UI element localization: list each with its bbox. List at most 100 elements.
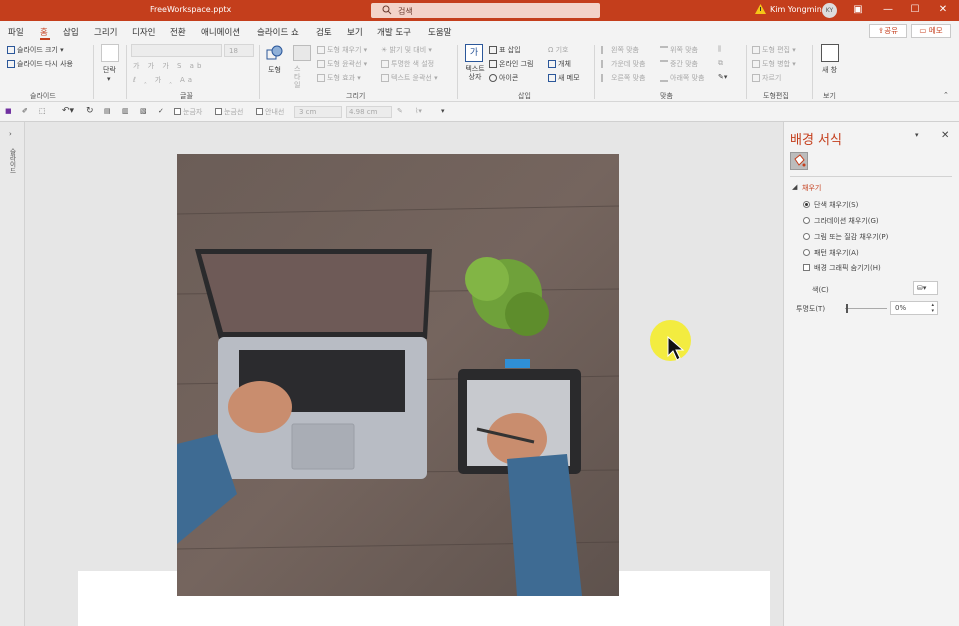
- check-icon[interactable]: ✓: [158, 107, 164, 115]
- shape-width-input[interactable]: 4.98 cm: [346, 106, 392, 118]
- font-format-buttons[interactable]: 가 가 가 S ab: [133, 61, 204, 71]
- save-icon[interactable]: ■: [5, 107, 12, 115]
- picture-fill-radio[interactable]: [803, 233, 810, 240]
- pane-options-chevron-icon[interactable]: ▾: [915, 131, 919, 139]
- pattern-fill-label[interactable]: 패턴 채우기(A): [814, 248, 859, 258]
- chevron-down-icon[interactable]: ▾: [107, 75, 111, 83]
- symbol-button[interactable]: Ω 기호: [548, 45, 568, 55]
- expand-chevron-icon[interactable]: ›: [9, 130, 12, 138]
- quick-styles-button[interactable]: 스타일: [294, 65, 306, 89]
- ruler-checkbox[interactable]: [174, 108, 181, 115]
- arrange-icon[interactable]: ⧉: [718, 59, 723, 68]
- reuse-slides-button[interactable]: 슬라이드 다시 사용: [7, 59, 73, 69]
- fill-section-header[interactable]: 채우기: [802, 183, 821, 193]
- user-name[interactable]: Kim Yongmin: [770, 5, 822, 14]
- textbox-button[interactable]: 텍스트 상자: [463, 65, 487, 81]
- shape-outline-button[interactable]: 도형 윤곽선 ▾: [317, 59, 367, 69]
- color-picker-button[interactable]: ⛁▾: [913, 281, 938, 295]
- tab-file[interactable]: 파일: [8, 26, 24, 38]
- tab-transitions[interactable]: 전환: [170, 26, 186, 38]
- text-outline-button[interactable]: 텍스트 윤곽선 ▾: [381, 73, 438, 83]
- object-button[interactable]: 개체: [548, 59, 571, 69]
- maximize-icon[interactable]: ☐: [907, 3, 923, 17]
- icons-button[interactable]: 아이콘: [489, 73, 518, 83]
- repeat-icon[interactable]: ↻: [86, 106, 94, 116]
- align-top-button[interactable]: 위쪽 맞춤: [660, 45, 698, 55]
- share-button[interactable]: ⇪공유: [869, 24, 907, 38]
- customize-qat-icon[interactable]: ▾: [441, 107, 445, 115]
- tab-developer[interactable]: 개발 도구: [377, 26, 411, 38]
- minimize-icon[interactable]: —: [880, 3, 896, 17]
- transparent-color-button[interactable]: 투명한 색 설정: [381, 59, 434, 69]
- fill-section-toggle-icon[interactable]: ◢: [792, 183, 797, 191]
- gradient-fill-radio[interactable]: [803, 217, 810, 224]
- tab-draw[interactable]: 그리기: [94, 26, 117, 38]
- new-window-button[interactable]: 새 창: [822, 65, 837, 75]
- tab-home[interactable]: 홈: [40, 26, 48, 38]
- format-painter-icon[interactable]: ✎▾: [718, 73, 727, 81]
- align-right-button[interactable]: 오른쪽 맞춤: [601, 73, 645, 83]
- avatar[interactable]: KY: [822, 3, 837, 18]
- transparency-input[interactable]: 0% ▴ ▾: [890, 301, 938, 315]
- tab-slideshow[interactable]: 슬라이드 쇼: [257, 26, 299, 38]
- transparency-slider-track[interactable]: [845, 308, 887, 309]
- new-comment-button[interactable]: 새 메모: [548, 73, 580, 83]
- tab-view[interactable]: 보기: [347, 26, 363, 38]
- align-center-button[interactable]: 가운데 맞춤: [601, 59, 645, 69]
- solid-fill-label[interactable]: 단색 채우기(S): [814, 200, 858, 210]
- brightness-button[interactable]: ☀ 밝기 및 대비 ▾: [381, 45, 432, 55]
- redo-format-icon[interactable]: ⬚: [39, 107, 46, 115]
- slide-size-button[interactable]: 슬라이드 크기 ▾: [7, 45, 64, 55]
- picture-fill-label[interactable]: 그림 또는 질감 채우기(P): [814, 232, 888, 242]
- shapes-button[interactable]: 도형: [268, 65, 281, 75]
- crop-button[interactable]: 자르기: [752, 73, 781, 83]
- ribbon-display-icon[interactable]: ▣: [850, 3, 866, 17]
- picture-icon[interactable]: ▧: [140, 107, 147, 115]
- spinner-icon[interactable]: ▴ ▾: [931, 302, 934, 314]
- transparency-slider-thumb[interactable]: [846, 304, 848, 313]
- comments-button[interactable]: ▭ 메모: [911, 24, 951, 38]
- workspace-photo[interactable]: [177, 154, 619, 596]
- pattern-fill-radio[interactable]: [803, 249, 810, 256]
- align-left-button[interactable]: 왼쪽 맞춤: [601, 45, 639, 55]
- hide-background-graphics-label[interactable]: 배경 그래픽 숨기기(H): [814, 263, 881, 273]
- edit-points-icon[interactable]: ⌇▾: [415, 107, 422, 115]
- presentation-icon[interactable]: ▤: [104, 107, 111, 115]
- search-box[interactable]: 검색: [371, 3, 600, 18]
- shape-height-input[interactable]: 3 cm: [294, 106, 342, 118]
- thumbnail-pane-collapsed[interactable]: › 슬라이드: [0, 122, 25, 626]
- font-family-select[interactable]: [131, 44, 222, 57]
- quick-styles-icon[interactable]: [293, 45, 311, 61]
- fill-tab-icon[interactable]: [790, 152, 808, 170]
- gradient-fill-label[interactable]: 그라데이션 채우기(G): [814, 216, 879, 226]
- tab-design[interactable]: 디자인: [132, 26, 155, 38]
- gridlines-checkbox[interactable]: [215, 108, 222, 115]
- merge-shapes-button[interactable]: 도형 병합 ▾: [752, 59, 796, 69]
- edit-shape-button[interactable]: 도형 편집 ▾: [752, 45, 796, 55]
- close-icon[interactable]: ✕: [935, 3, 951, 17]
- table-quick-icon[interactable]: ▥: [122, 107, 129, 115]
- online-picture-button[interactable]: 온라인 그림: [489, 59, 533, 69]
- shapes-icon[interactable]: [266, 45, 284, 61]
- textbox-icon[interactable]: 가: [465, 44, 483, 62]
- tab-insert[interactable]: 삽입: [63, 26, 79, 38]
- undo-icon[interactable]: ↶▾: [62, 106, 74, 116]
- touch-mode-icon[interactable]: ✐: [22, 107, 28, 115]
- solid-fill-radio[interactable]: [803, 201, 810, 208]
- tab-help[interactable]: 도움말: [428, 26, 451, 38]
- distribute-icon[interactable]: ⫼: [718, 45, 721, 54]
- shape-effects-button[interactable]: 도형 효과 ▾: [317, 73, 361, 83]
- paragraph-icon[interactable]: [101, 44, 119, 62]
- warning-icon[interactable]: [755, 4, 766, 14]
- insert-table-button[interactable]: 표 삽입: [489, 45, 521, 55]
- collapse-ribbon-icon[interactable]: ⌃: [943, 91, 949, 99]
- hide-background-graphics-checkbox[interactable]: [803, 264, 810, 271]
- paragraph-button[interactable]: 단락: [103, 65, 116, 75]
- tab-review[interactable]: 검토: [316, 26, 332, 38]
- align-middle-button[interactable]: 중간 맞춤: [660, 59, 698, 69]
- pen-icon[interactable]: ✎: [397, 107, 403, 115]
- shape-fill-button[interactable]: 도형 채우기 ▾: [317, 45, 367, 55]
- new-window-icon[interactable]: [821, 44, 839, 62]
- guides-checkbox[interactable]: [256, 108, 263, 115]
- font-color-buttons[interactable]: ℓ ‸ 가 ‸ Aa: [133, 75, 195, 85]
